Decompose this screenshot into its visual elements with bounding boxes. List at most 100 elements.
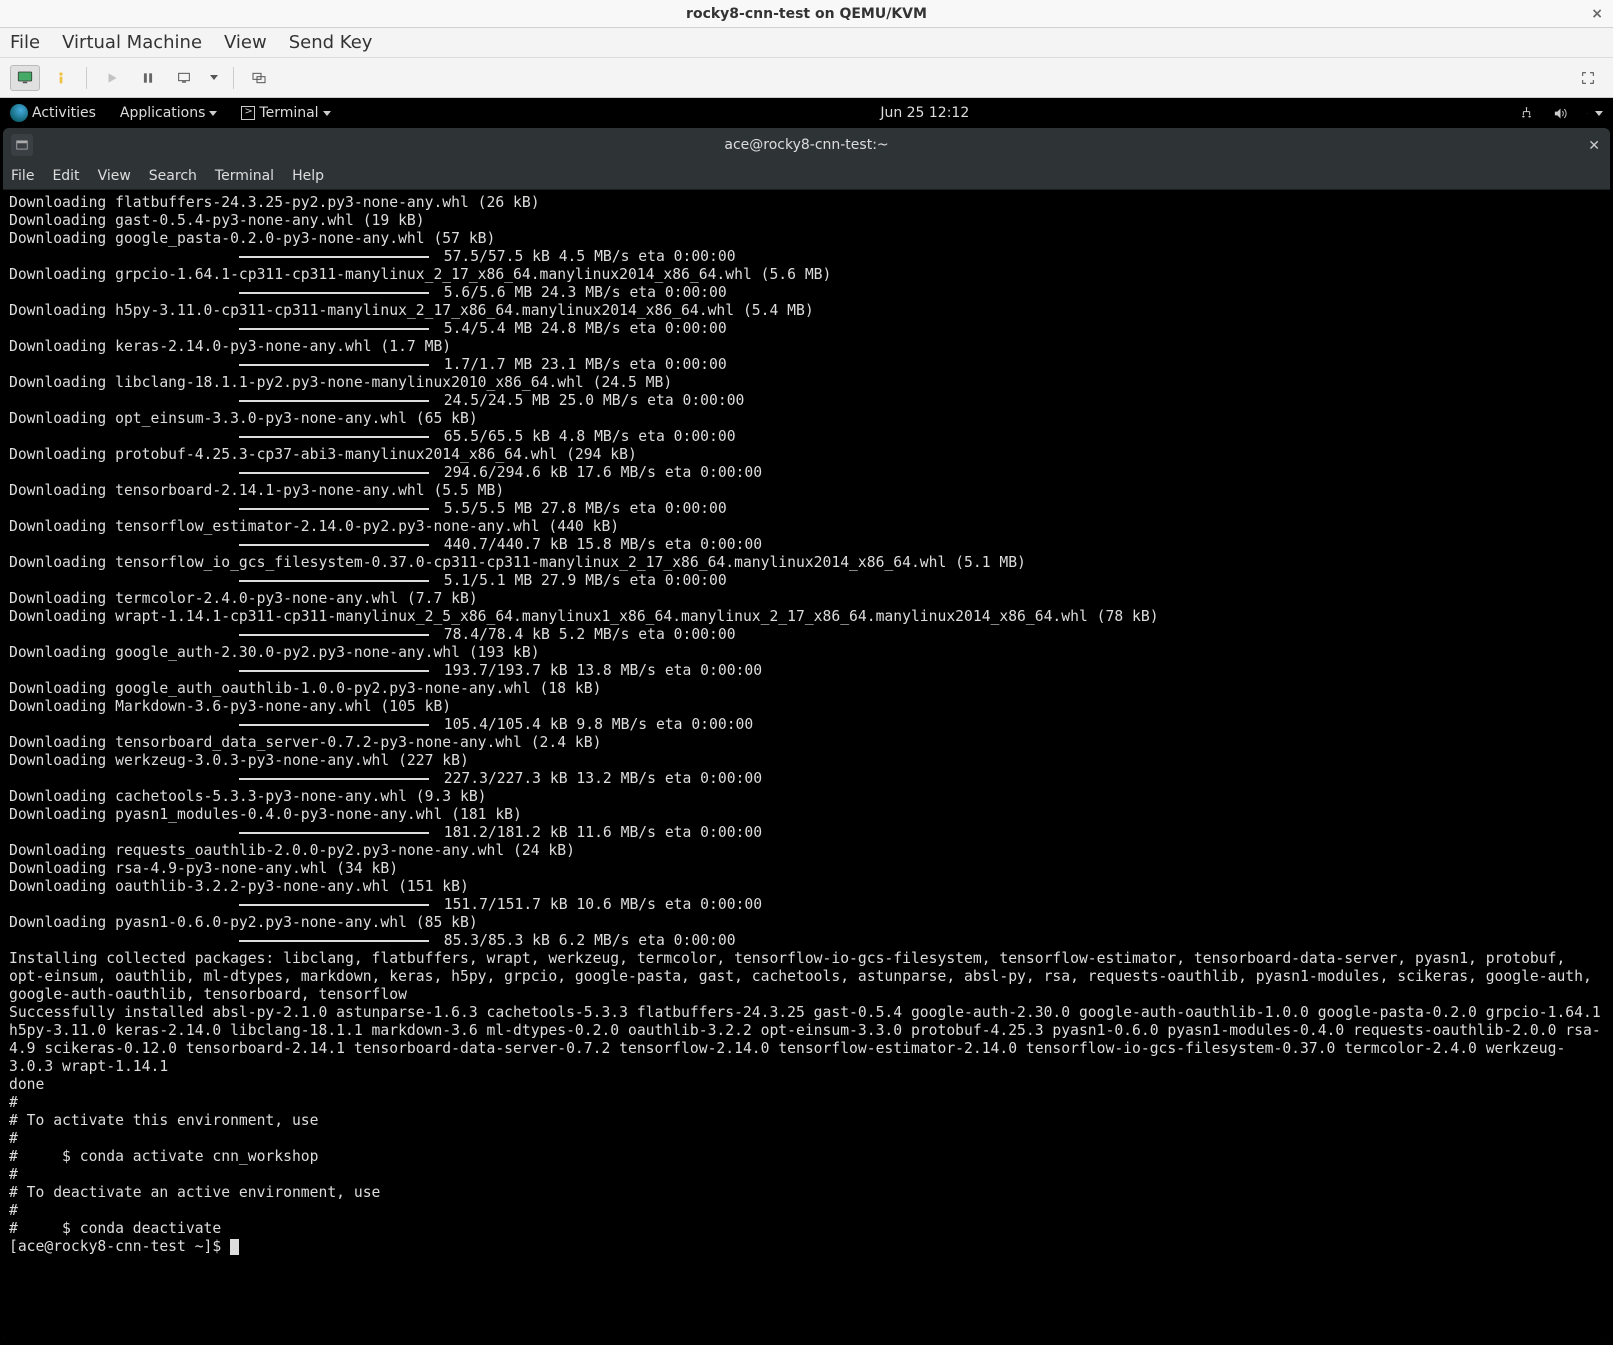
play-button[interactable] (97, 65, 127, 91)
progress-stats: 227.3/227.3 kB 13.2 MB/s eta 0:00:00 (435, 770, 762, 788)
progress-bar (239, 400, 429, 402)
terminal-line: Downloading google_auth_oauthlib-1.0.0-p… (9, 680, 1604, 698)
progress-bar (239, 904, 429, 906)
progress-stats: 105.4/105.4 kB 9.8 MB/s eta 0:00:00 (435, 716, 753, 734)
clock[interactable]: Jun 25 12:12 (880, 105, 969, 121)
progress-bar (239, 256, 429, 258)
vm-toolbar (0, 58, 1613, 98)
terminal-line: 65.5/65.5 kB 4.8 MB/s eta 0:00:00 (9, 428, 1604, 446)
progress-bar (239, 292, 429, 294)
progress-stats: 5.4/5.4 MB 24.8 MB/s eta 0:00:00 (435, 320, 727, 338)
prompt-line[interactable]: [ace@rocky8-cnn-test ~]$ (9, 1238, 1604, 1256)
terminal-line: 85.3/85.3 kB 6.2 MB/s eta 0:00:00 (9, 932, 1604, 950)
terminal-line: Downloading grpcio-1.64.1-cp311-cp311-ma… (9, 266, 1604, 284)
terminal-line: Downloading tensorflow_io_gcs_filesystem… (9, 554, 1604, 572)
menu-file[interactable]: File (10, 32, 40, 53)
terminal-line: Downloading Markdown-3.6-py3-none-any.wh… (9, 698, 1604, 716)
terminal-line: Successfully installed absl-py-2.1.0 ast… (9, 1004, 1604, 1076)
terminal-line: Downloading wrapt-1.14.1-cp311-cp311-man… (9, 608, 1604, 626)
gnome-top-bar: Activities Applications Terminal Jun 25 … (0, 98, 1613, 128)
term-menu-help[interactable]: Help (292, 168, 324, 184)
terminal-line: Downloading h5py-3.11.0-cp311-cp311-many… (9, 302, 1604, 320)
activities-icon (10, 104, 28, 122)
cursor (230, 1239, 239, 1255)
terminal-tab-icon (15, 138, 29, 152)
power-icon (1587, 106, 1588, 121)
power-menu[interactable] (1587, 105, 1603, 121)
progress-bar (239, 508, 429, 510)
terminal-line: Downloading flatbuffers-24.3.25-py2.py3-… (9, 194, 1604, 212)
shutdown-dropdown[interactable] (205, 65, 223, 91)
term-menu-view[interactable]: View (98, 168, 131, 184)
terminal-line: Installing collected packages: libclang,… (9, 950, 1604, 1004)
progress-bar (239, 670, 429, 672)
menu-send-key[interactable]: Send Key (289, 32, 373, 53)
details-view-button[interactable] (46, 65, 76, 91)
pause-button[interactable] (133, 65, 163, 91)
activities-label: Activities (32, 105, 96, 121)
terminal-line: 5.4/5.4 MB 24.8 MB/s eta 0:00:00 (9, 320, 1604, 338)
activities-button[interactable]: Activities (10, 104, 96, 122)
chevron-down-icon (1595, 111, 1603, 116)
terminal-line: Downloading werkzeug-3.0.3-py3-none-any.… (9, 752, 1604, 770)
progress-bar (239, 634, 429, 636)
progress-stats: 151.7/151.7 kB 10.6 MB/s eta 0:00:00 (435, 896, 762, 914)
terminal-line: 24.5/24.5 MB 25.0 MB/s eta 0:00:00 (9, 392, 1604, 410)
progress-bar (239, 724, 429, 726)
term-menu-terminal[interactable]: Terminal (215, 168, 274, 184)
terminal-line: # (9, 1202, 1604, 1220)
progress-bar (239, 832, 429, 834)
terminal-line: 294.6/294.6 kB 17.6 MB/s eta 0:00:00 (9, 464, 1604, 482)
menu-view[interactable]: View (224, 32, 267, 53)
terminal-line: 151.7/151.7 kB 10.6 MB/s eta 0:00:00 (9, 896, 1604, 914)
terminal-label: Terminal (259, 105, 318, 121)
term-menu-file[interactable]: File (11, 168, 34, 184)
toolbar-separator (233, 67, 234, 89)
terminal-line: Downloading pyasn1_modules-0.4.0-py3-non… (9, 806, 1604, 824)
terminal-line: 1.7/1.7 MB 23.1 MB/s eta 0:00:00 (9, 356, 1604, 374)
terminal-line: Downloading termcolor-2.4.0-py3-none-any… (9, 590, 1604, 608)
term-menu-edit[interactable]: Edit (52, 168, 79, 184)
progress-stats: 294.6/294.6 kB 17.6 MB/s eta 0:00:00 (435, 464, 762, 482)
snapshots-button[interactable] (244, 65, 274, 91)
info-icon (53, 70, 69, 86)
pause-icon (141, 71, 155, 85)
terminal-line: Downloading google_pasta-0.2.0-py3-none-… (9, 230, 1604, 248)
terminal-line: # (9, 1094, 1604, 1112)
terminal-line: # To deactivate an active environment, u… (9, 1184, 1604, 1202)
menu-virtual-machine[interactable]: Virtual Machine (62, 32, 202, 53)
vm-window-title: rocky8-cnn-test on QEMU/KVM (686, 6, 927, 22)
volume-icon[interactable] (1553, 105, 1569, 121)
terminal-line: 440.7/440.7 kB 15.8 MB/s eta 0:00:00 (9, 536, 1604, 554)
terminal-titlebar[interactable]: ace@rocky8-cnn-test:~ ✕ (3, 128, 1610, 162)
shell-prompt: [ace@rocky8-cnn-test ~]$ (9, 1238, 230, 1255)
terminal-line: 5.5/5.5 MB 27.8 MB/s eta 0:00:00 (9, 500, 1604, 518)
applications-menu[interactable]: Applications (120, 105, 218, 121)
progress-bar (239, 472, 429, 474)
terminal-line: 181.2/181.2 kB 11.6 MB/s eta 0:00:00 (9, 824, 1604, 842)
new-tab-button[interactable] (11, 134, 33, 156)
vm-window-titlebar: rocky8-cnn-test on QEMU/KVM × (0, 0, 1613, 28)
shutdown-button[interactable] (169, 65, 199, 91)
progress-bar (239, 544, 429, 546)
terminal-line: # $ conda deactivate (9, 1220, 1604, 1238)
terminal-line: 105.4/105.4 kB 9.8 MB/s eta 0:00:00 (9, 716, 1604, 734)
terminal-app-icon (241, 106, 255, 120)
progress-bar (239, 778, 429, 780)
close-icon[interactable]: ✕ (1588, 138, 1600, 154)
term-menu-search[interactable]: Search (149, 168, 197, 184)
network-icon[interactable] (1519, 105, 1535, 121)
window-indicator[interactable]: Terminal (241, 105, 330, 121)
progress-stats: 57.5/57.5 kB 4.5 MB/s eta 0:00:00 (435, 248, 736, 266)
terminal-line: Downloading cachetools-5.3.3-py3-none-an… (9, 788, 1604, 806)
play-icon (105, 71, 119, 85)
fullscreen-button[interactable] (1573, 65, 1603, 91)
terminal-content[interactable]: Downloading flatbuffers-24.3.25-py2.py3-… (3, 190, 1610, 1342)
guest-display[interactable]: Activities Applications Terminal Jun 25 … (0, 98, 1613, 1345)
terminal-line: 5.1/5.1 MB 27.9 MB/s eta 0:00:00 (9, 572, 1604, 590)
progress-bar (239, 364, 429, 366)
terminal-line: Downloading google_auth-2.30.0-py2.py3-n… (9, 644, 1604, 662)
terminal-line: 193.7/193.7 kB 13.8 MB/s eta 0:00:00 (9, 662, 1604, 680)
console-view-button[interactable] (10, 65, 40, 91)
close-icon[interactable]: × (1591, 6, 1603, 22)
